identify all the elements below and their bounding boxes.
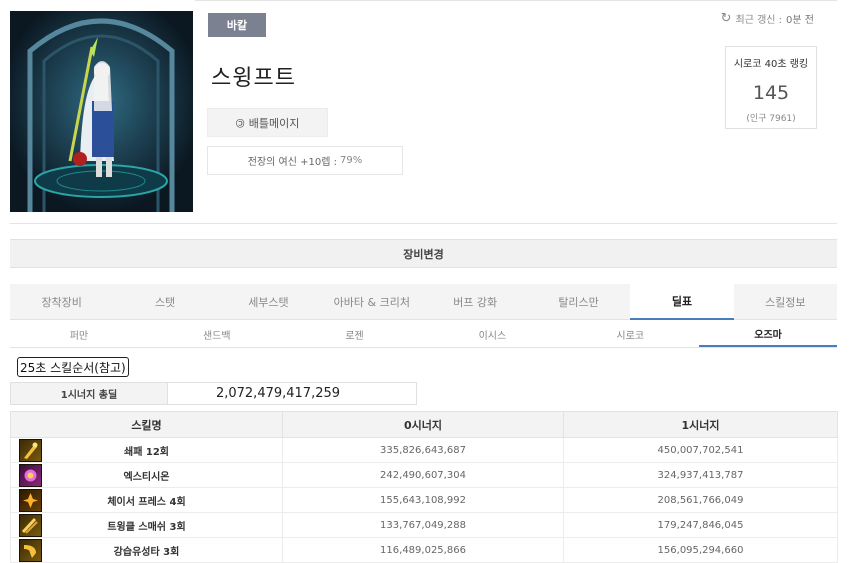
header-synergy-0: 0시너지 [282,411,564,438]
chaser-skill-icon [19,489,42,512]
ranking-population: (인구 7961) [746,114,796,124]
tab-talisman[interactable]: 탈리스만 [526,284,631,320]
header-skill-name: 스킬명 [10,411,283,438]
table-row: 체이서 프레스 4회 155,643,108,992 208,561,766,0… [10,487,838,513]
update-value: 0분 전 [786,15,814,26]
ranking-value: 145 [752,82,790,104]
synergy-1-value: 179,247,846,045 [563,512,838,538]
comet-skill-icon [19,539,42,562]
skill-name-cell: 강습유성타 3회 [10,537,283,563]
header-synergy-1: 1시너지 [563,411,838,438]
table-row: 트윙클 스매쉬 3회 133,767,049,288 179,247,846,0… [10,512,838,538]
synergy-0-value: 116,489,025,866 [282,537,564,563]
skill-name-cell: 엑스티시온 [10,462,283,488]
skill-name-cell: 쇄패 12회 [10,437,283,463]
ranking-box: 시로코 40초 랭킹 145 (인구 7961) [725,46,817,129]
tab-skill-info[interactable]: 스킬정보 [733,284,837,320]
synergy-1-value: 208,561,766,049 [563,487,838,513]
drill-skill-icon [19,439,42,462]
adventure-value: 79% [339,155,363,166]
synergy-total-label: 1시너지 총딜 [11,383,168,404]
character-portrait [10,11,193,212]
guild-button[interactable]: 🄯 배틀메이지 [207,108,328,137]
table-row: 쇄패 12회 335,826,643,687 450,007,702,541 [10,437,838,463]
synergy-0-value: 155,643,108,992 [282,487,564,513]
character-name: 스윙프트 [211,66,296,91]
subtab-isis[interactable]: 이시스 [423,321,561,347]
sub-tabs: 퍼만 샌드백 로젠 이시스 시로코 오즈마 [10,321,837,348]
synergy-1-value: 324,937,413,787 [563,462,838,488]
synergy-1-value: 156,095,294,660 [563,537,838,563]
synergy-0-value: 242,490,607,304 [282,462,564,488]
subtab-sirocco[interactable]: 시로코 [561,321,699,347]
tab-detail-stats[interactable]: 세부스탯 [216,284,321,320]
guild-label: 배틀메이지 [248,116,300,130]
ranking-title: 시로코 40초 랭킹 [733,59,809,70]
table-row: 엑스티시온 242,490,607,304 324,937,413,787 [10,462,838,488]
tab-buff-enhance[interactable]: 버프 강화 [423,284,527,320]
refresh-icon[interactable]: ↻ [721,12,732,25]
top-divider [195,0,837,1]
table-header-row: 스킬명 0시너지 1시너지 [10,411,838,438]
skill-name: 엑스티시온 [123,471,170,483]
skill-name-cell: 체이서 프레스 4회 [10,487,283,513]
subtab-sandbag[interactable]: 샌드백 [148,321,286,347]
equip-change-bar[interactable]: 장비변경 [10,239,837,268]
adventure-info: 전장의 여신 +10렙 : 79% [207,146,403,175]
subtab-rosen[interactable]: 로젠 [286,321,424,347]
synergy-total-row: 1시너지 총딜 2,072,479,417,259 [10,382,417,405]
table-row: 강습유성타 3회 116,489,025,866 156,095,294,660 [10,537,838,563]
main-tabs: 장착장비 스탯 세부스탯 아바타 & 크리처 버프 강화 탈리스만 딜표 스킬정… [10,284,837,320]
guild-icon: 🄯 [235,116,245,130]
synergy-0-value: 133,767,049,288 [282,512,564,538]
job-badge: 바칼 [208,13,266,37]
synergy-1-value: 450,007,702,541 [563,437,838,463]
rotation-title: 25초 스킬순서(참고) [17,357,129,377]
update-prefix: 최근 갱신 : [735,15,783,26]
tab-equipment[interactable]: 장착장비 [10,284,114,320]
skill-name: 강습유성타 3회 [113,546,180,558]
adventure-label: 전장의 여신 +10렙 : [247,157,337,168]
update-status: ↻ 최근 갱신 : 0분 전 [721,11,814,26]
skill-name-cell: 트윙클 스매쉬 3회 [10,512,283,538]
exhaustion-skill-icon [19,464,42,487]
subtab-perman[interactable]: 퍼만 [10,321,148,347]
synergy-total-value: 2,072,479,417,259 [215,386,341,401]
skill-damage-table: 스킬명 0시너지 1시너지 쇄패 12회 335,826,643,687 450… [10,411,838,563]
section-divider [10,223,837,224]
skill-name: 쇄패 12회 [124,446,169,458]
skill-name: 체이서 프레스 4회 [107,496,186,508]
skill-name: 트윙클 스매쉬 3회 [107,521,186,533]
tab-damage-table[interactable]: 딜표 [630,284,734,320]
subtab-ozma[interactable]: 오즈마 [699,321,837,347]
tab-stats[interactable]: 스탯 [113,284,217,320]
synergy-0-value: 335,826,643,687 [282,437,564,463]
twinkle-skill-icon [19,514,42,537]
tab-avatar-creature[interactable]: 아바타 & 크리처 [320,284,424,320]
